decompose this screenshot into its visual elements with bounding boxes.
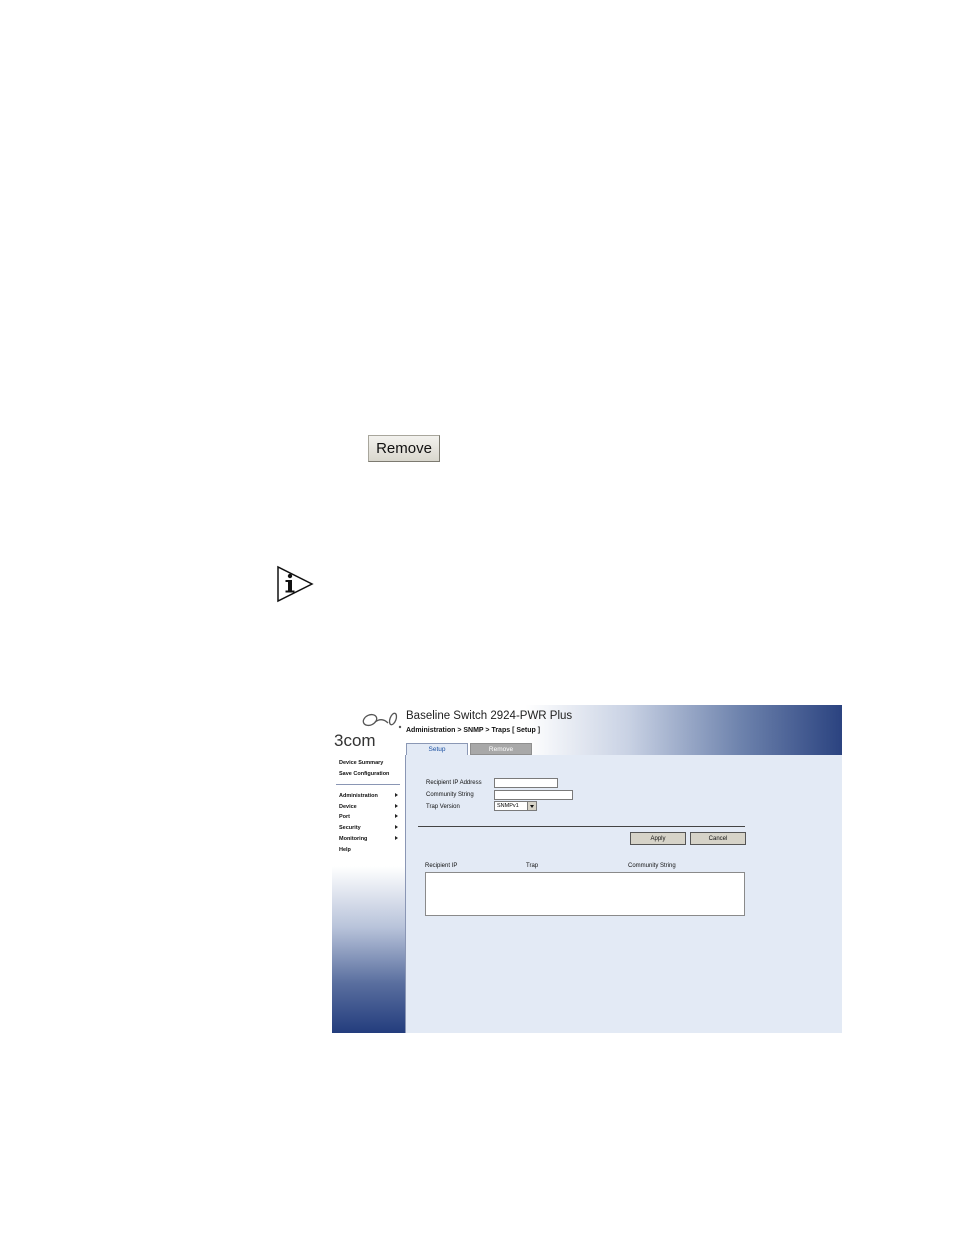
brand-logo: 3com [334, 711, 404, 751]
trap-version-value: SNMPv1 [497, 803, 519, 809]
sidebar-item-security[interactable]: Security [339, 825, 361, 831]
recipient-ip-input[interactable] [494, 778, 558, 788]
apply-button[interactable]: Apply [630, 832, 686, 845]
sidebar-item-administration[interactable]: Administration [339, 793, 378, 799]
app-title: Baseline Switch 2924-PWR Plus [406, 710, 573, 722]
form-divider [418, 826, 745, 827]
sidebar-item-monitoring[interactable]: Monitoring [339, 836, 367, 842]
tab-remove[interactable]: Remove [470, 743, 532, 755]
chevron-right-icon [395, 814, 398, 818]
sidebar-divider [336, 784, 400, 785]
chevron-down-icon [527, 802, 536, 810]
chevron-right-icon [395, 804, 398, 808]
trap-version-select[interactable]: SNMPv1 [494, 801, 537, 811]
note-info-icon [277, 565, 314, 603]
sidebar-item-save-configuration[interactable]: Save Configuration [339, 771, 389, 777]
tab-setup[interactable]: Setup [406, 743, 468, 755]
column-header-community-string: Community String [628, 863, 676, 869]
recipient-ip-label: Recipient IP Address [426, 780, 482, 786]
column-header-trap: Trap [526, 863, 539, 869]
chevron-right-icon [395, 825, 398, 829]
community-string-label: Community String [426, 792, 474, 798]
chevron-right-icon [395, 793, 398, 797]
column-header-recipient-ip: Recipient IP [425, 863, 458, 869]
chevron-right-icon [395, 836, 398, 840]
remove-button[interactable]: Remove [368, 435, 440, 462]
trap-version-label: Trap Version [426, 804, 460, 810]
sidebar-item-device[interactable]: Device [339, 804, 357, 810]
logo-text: 3com [334, 731, 376, 750]
community-string-input[interactable] [494, 790, 573, 800]
cancel-button[interactable]: Cancel [690, 832, 746, 845]
sidebar-item-help[interactable]: Help [339, 847, 351, 853]
traps-table [425, 872, 745, 916]
breadcrumb: Administration > SNMP > Traps [ Setup ] [406, 727, 541, 734]
sidebar-item-port[interactable]: Port [339, 814, 350, 820]
logo-swirl-icon [362, 712, 402, 729]
sidebar-item-device-summary[interactable]: Device Summary [339, 760, 383, 766]
traps-setup-screenshot: 3com Baseline Switch 2924-PWR Plus Admin… [332, 705, 842, 1033]
